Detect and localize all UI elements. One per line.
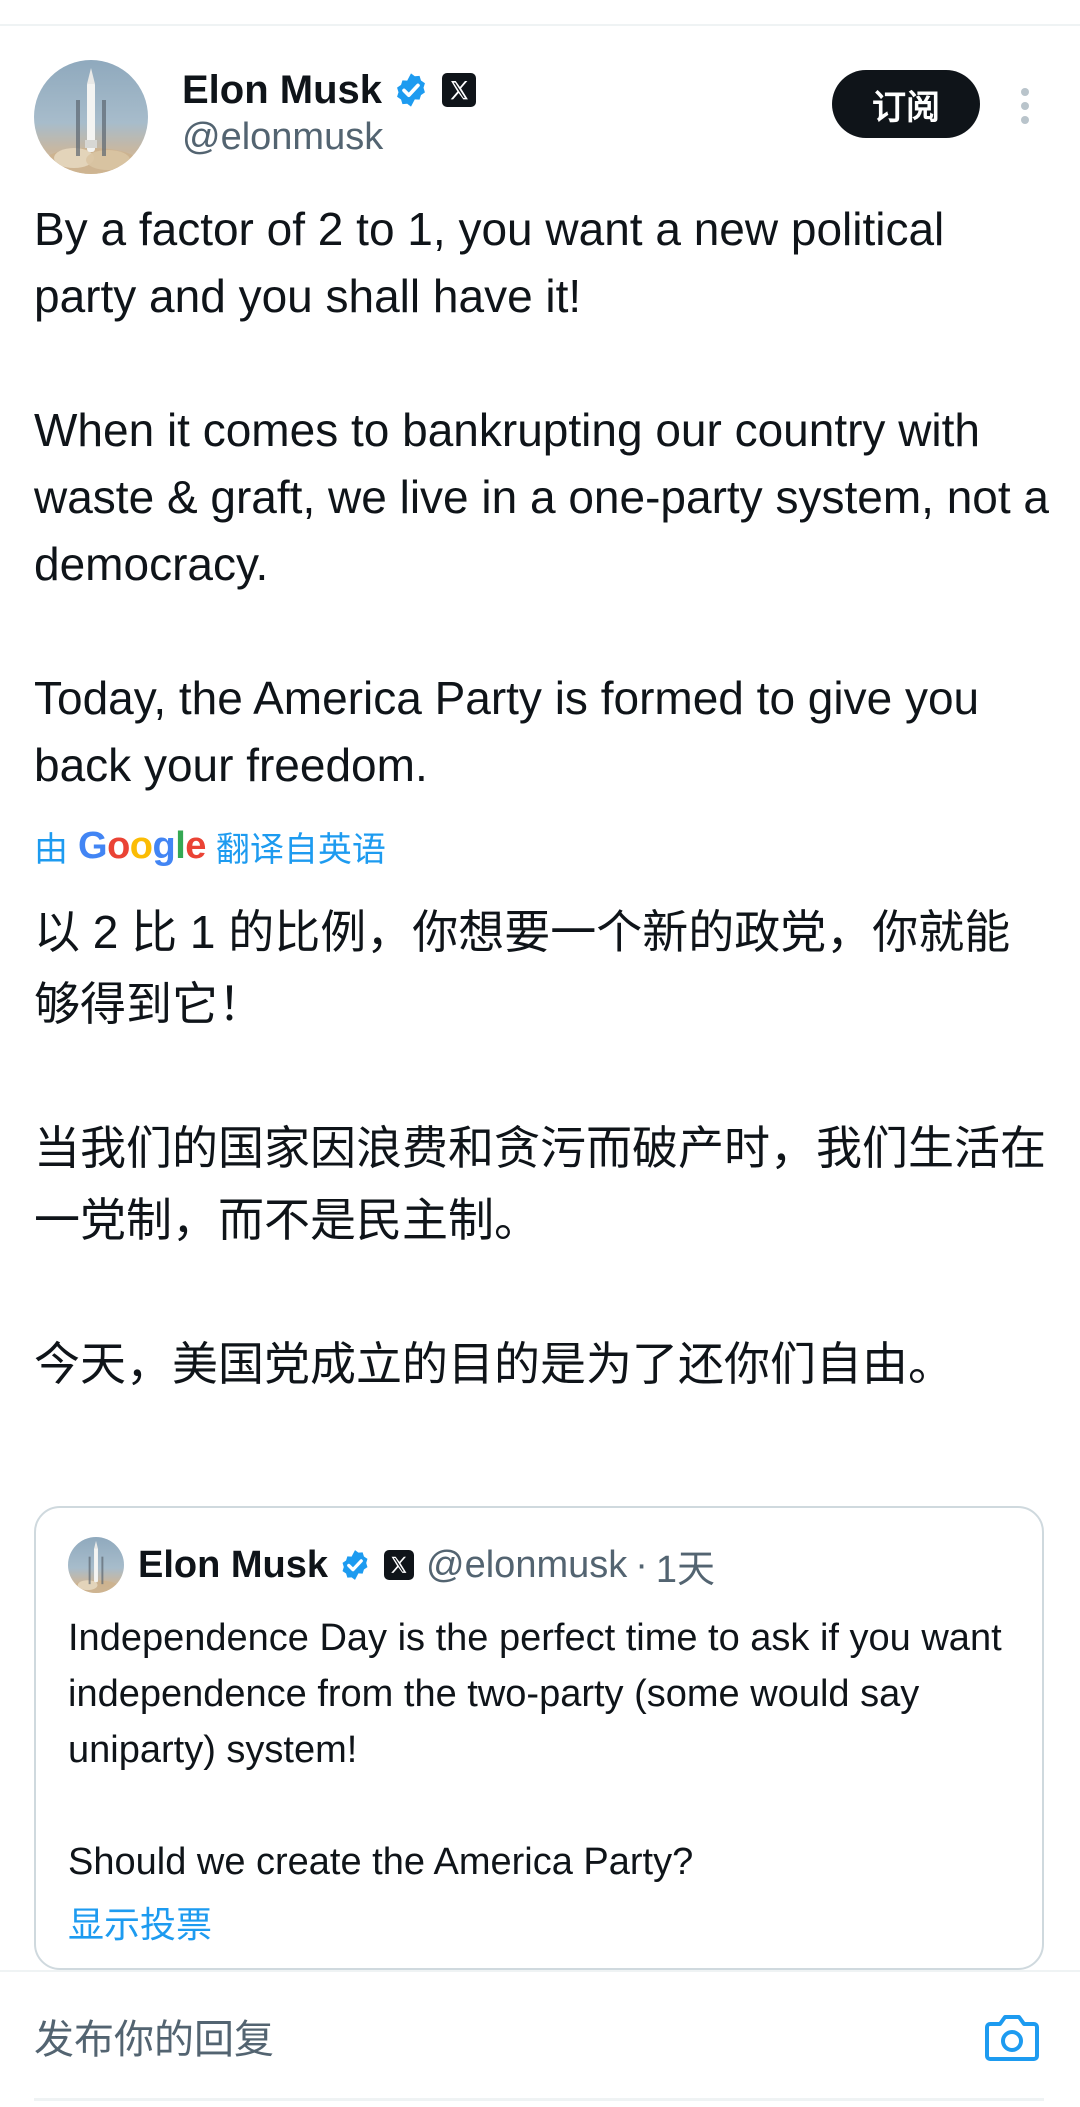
bottom-divider xyxy=(34,2098,1044,2101)
translate-suffix: 翻译自英语 xyxy=(215,830,386,869)
reply-bar xyxy=(0,1970,1080,2107)
x-logo-icon xyxy=(384,1550,415,1580)
quoted-tweet-text: Independence Day is the perfect time to … xyxy=(68,1617,1002,1883)
avatar[interactable] xyxy=(34,60,148,174)
quoted-tweet-header: Elon Musk @elonmusk · 1天 xyxy=(68,1536,715,1594)
verified-badge-icon xyxy=(338,1548,372,1582)
separator-dot: · xyxy=(635,1543,648,1586)
translate-prefix: 由 xyxy=(34,830,68,869)
quoted-handle: @elonmusk xyxy=(426,1543,628,1586)
quoted-avatar xyxy=(68,1537,124,1593)
translated-by-google[interactable]: 由 Google 翻译自英语 xyxy=(34,818,386,874)
google-logo: Google xyxy=(78,824,206,867)
camera-icon[interactable] xyxy=(984,2012,1040,2062)
translated-tweet-text: 以 2 比 1 的比例，你想要一个新的政党，你就能够得到它！ 当我们的国家因浪费… xyxy=(34,906,1046,1390)
rocket-launch-image xyxy=(41,68,141,174)
verified-badge-icon[interactable] xyxy=(392,71,430,109)
subscribe-button[interactable]: 订阅 xyxy=(832,70,980,138)
quoted-timestamp: 1天 xyxy=(655,1548,716,1591)
author-display-name[interactable]: Elon Musk xyxy=(182,68,382,113)
tweet-body-text: By a factor of 2 to 1, you want a new po… xyxy=(34,203,1050,791)
tweet-header: Elon Musk @elonmusk 订阅 xyxy=(0,50,1080,180)
quoted-display-name: Elon Musk xyxy=(138,1543,329,1586)
x-logo-icon[interactable] xyxy=(442,73,477,107)
show-poll-link[interactable]: 显示投票 xyxy=(68,1896,212,1948)
more-vertical-icon[interactable] xyxy=(1010,86,1040,126)
author-handle[interactable]: @elonmusk xyxy=(182,116,383,159)
author-name-row: Elon Musk xyxy=(182,62,477,118)
quoted-tweet-card[interactable]: Elon Musk @elonmusk · 1天 Independence Da… xyxy=(34,1506,1044,1970)
top-divider xyxy=(0,24,1080,26)
reply-input[interactable] xyxy=(34,2010,914,2070)
